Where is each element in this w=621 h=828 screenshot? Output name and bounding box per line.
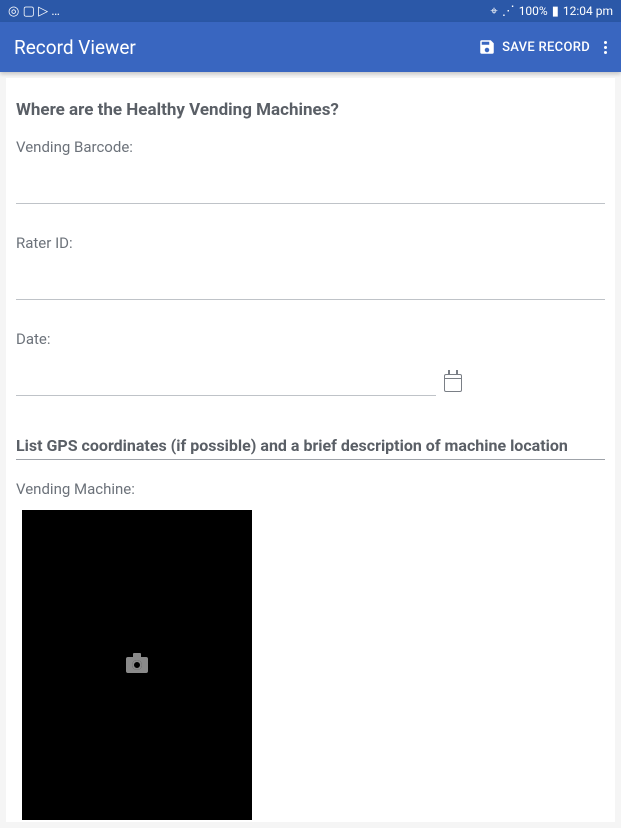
app-bar: Record Viewer SAVE RECORD [0,22,621,72]
vending-machine-label: Vending Machine: [16,480,605,498]
vending-barcode-input[interactable] [16,170,605,204]
field-vending-machine-photo: Vending Machine: [16,480,605,820]
rater-id-input[interactable] [16,266,605,300]
camera-icon [126,657,148,673]
status-right: ⌖ ⋰ 100% ▮ 12:04 pm [490,4,613,19]
notification-icons: ◎ ▢ ▷ … [8,4,60,19]
section-2-title: List GPS coordinates (if possible) and a… [16,436,605,460]
save-icon [478,38,496,56]
date-input[interactable] [16,362,436,396]
field-date: Date: [16,330,605,396]
status-left-icons: ◎ ▢ ▷ … [8,4,60,19]
overflow-menu-button[interactable] [604,41,607,54]
section-1-title: Where are the Healthy Vending Machines? [16,100,605,120]
battery-icon: ▮ [552,4,559,19]
calendar-icon[interactable] [444,374,462,392]
battery-percent: 100% [519,4,548,18]
field-vending-barcode: Vending Barcode: [16,138,605,204]
vending-barcode-label: Vending Barcode: [16,138,605,156]
date-label: Date: [16,330,605,348]
save-record-button[interactable]: SAVE RECORD [478,38,590,56]
form-content: Where are the Healthy Vending Machines? … [6,78,615,822]
rater-id-label: Rater ID: [16,234,605,252]
photo-capture-box[interactable] [22,510,252,820]
save-record-label: SAVE RECORD [502,40,590,55]
status-time: 12:04 pm [563,4,613,18]
wifi-icon: ⋰ [502,4,515,19]
status-bar: ◎ ▢ ▷ … ⌖ ⋰ 100% ▮ 12:04 pm [0,0,621,22]
field-rater-id: Rater ID: [16,234,605,300]
page-title: Record Viewer [14,36,136,59]
location-icon: ⌖ [490,4,497,19]
